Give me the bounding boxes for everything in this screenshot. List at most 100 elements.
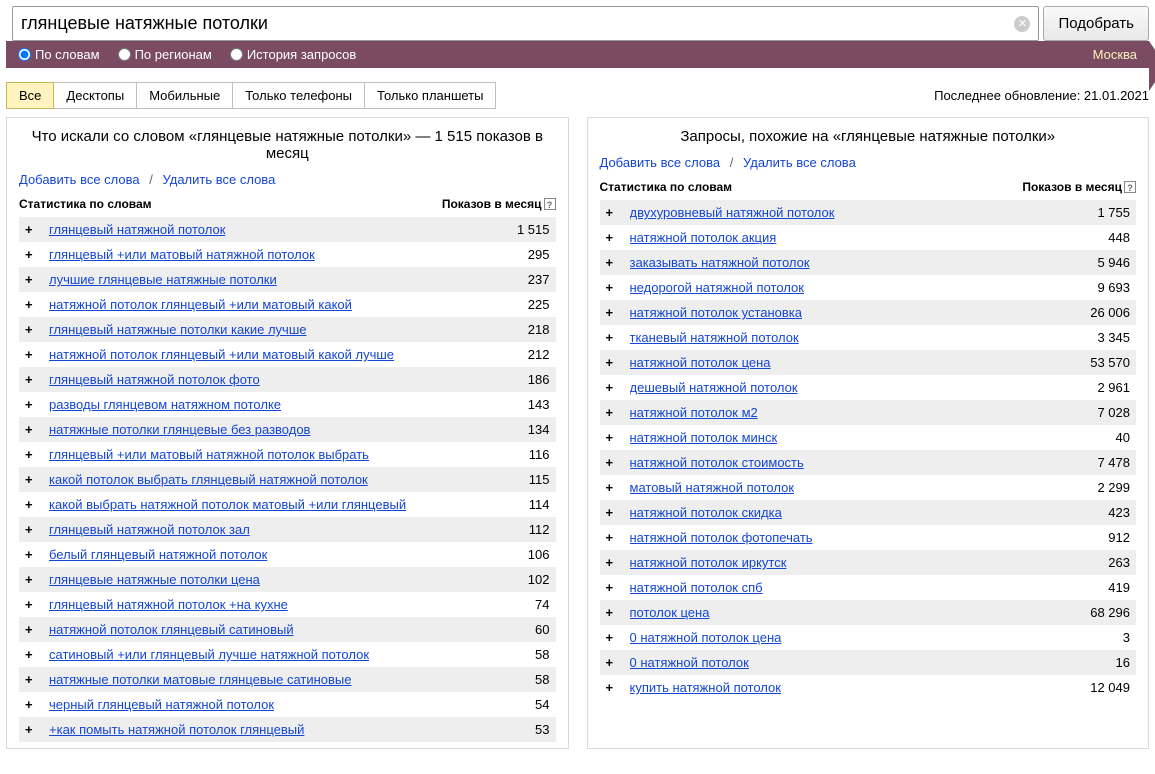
search-input[interactable] (21, 9, 1014, 38)
keyword-link[interactable]: заказывать натяжной потолок (630, 255, 1061, 270)
add-icon[interactable]: + (25, 672, 39, 687)
keyword-link[interactable]: натяжной потолок минск (630, 430, 1061, 445)
radio-by-words[interactable]: По словам (18, 47, 100, 62)
keyword-link[interactable]: матовый натяжной потолок (630, 480, 1061, 495)
keyword-link[interactable]: двухуровневый натяжной потолок (630, 205, 1061, 220)
keyword-link[interactable]: глянцевый натяжные потолки какие лучше (49, 322, 480, 337)
add-icon[interactable]: + (606, 405, 620, 420)
add-icon[interactable]: + (25, 372, 39, 387)
keyword-link[interactable]: глянцевый +или матовый натяжной потолок (49, 247, 480, 262)
add-icon[interactable]: + (606, 555, 620, 570)
keyword-link[interactable]: натяжной потолок установка (630, 305, 1061, 320)
add-icon[interactable]: + (606, 605, 620, 620)
keyword-link[interactable]: какой выбрать натяжной потолок матовый +… (49, 497, 480, 512)
keyword-link[interactable]: натяжной потолок спб (630, 580, 1061, 595)
keyword-link[interactable]: натяжной потолок м2 (630, 405, 1061, 420)
add-icon[interactable]: + (606, 230, 620, 245)
add-icon[interactable]: + (25, 522, 39, 537)
keyword-link[interactable]: натяжные потолки матовые глянцевые сатин… (49, 672, 480, 687)
keyword-link[interactable]: глянцевый натяжной потолок +на кухне (49, 597, 480, 612)
add-icon[interactable]: + (606, 530, 620, 545)
add-icon[interactable]: + (606, 380, 620, 395)
add-icon[interactable]: + (25, 722, 39, 737)
add-icon[interactable]: + (25, 272, 39, 287)
add-icon[interactable]: + (606, 580, 620, 595)
add-icon[interactable]: + (606, 630, 620, 645)
keyword-link[interactable]: потолок цена (630, 605, 1061, 620)
keyword-link[interactable]: натяжной потолок глянцевый +или матовый … (49, 297, 480, 312)
keyword-link[interactable]: 0 натяжной потолок цена (630, 630, 1061, 645)
add-icon[interactable]: + (606, 280, 620, 295)
add-icon[interactable]: + (25, 647, 39, 662)
keyword-link[interactable]: натяжной потолок иркутск (630, 555, 1061, 570)
tab-mobile[interactable]: Мобильные (137, 83, 233, 108)
add-all-left[interactable]: Добавить все слова (19, 172, 140, 187)
tab-phones[interactable]: Только телефоны (233, 83, 365, 108)
keyword-link[interactable]: натяжной потолок цена (630, 355, 1061, 370)
keyword-link[interactable]: натяжной потолок глянцевый сатиновый (49, 622, 480, 637)
add-icon[interactable]: + (25, 297, 39, 312)
add-icon[interactable]: + (25, 547, 39, 562)
add-icon[interactable]: + (25, 322, 39, 337)
keyword-link[interactable]: натяжной потолок глянцевый +или матовый … (49, 347, 480, 362)
keyword-link[interactable]: черный глянцевый натяжной потолок (49, 697, 480, 712)
keyword-link[interactable]: глянцевый натяжной потолок (49, 222, 480, 237)
add-icon[interactable]: + (606, 255, 620, 270)
keyword-link[interactable]: белый глянцевый натяжной потолок (49, 547, 480, 562)
add-icon[interactable]: + (25, 497, 39, 512)
keyword-link[interactable]: разводы глянцевом натяжном потолке (49, 397, 480, 412)
keyword-link[interactable]: натяжной потолок стоимость (630, 455, 1061, 470)
del-all-right[interactable]: Удалить все слова (743, 155, 856, 170)
add-icon[interactable]: + (606, 330, 620, 345)
add-icon[interactable]: + (606, 205, 620, 220)
add-icon[interactable]: + (606, 455, 620, 470)
keyword-link[interactable]: +как помыть натяжной потолок глянцевый (49, 722, 480, 737)
add-icon[interactable]: + (25, 597, 39, 612)
radio-history[interactable]: История запросов (230, 47, 357, 62)
help-icon[interactable]: ? (1124, 181, 1136, 193)
add-icon[interactable]: + (25, 347, 39, 362)
add-icon[interactable]: + (25, 222, 39, 237)
keyword-link[interactable]: недорогой натяжной потолок (630, 280, 1061, 295)
add-icon[interactable]: + (606, 305, 620, 320)
keyword-link[interactable]: тканевый натяжной потолок (630, 330, 1061, 345)
keyword-link[interactable]: глянцевые натяжные потолки цена (49, 572, 480, 587)
keyword-link[interactable]: дешевый натяжной потолок (630, 380, 1061, 395)
keyword-link[interactable]: 0 натяжной потолок (630, 655, 1061, 670)
keyword-link[interactable]: глянцевый натяжной потолок фото (49, 372, 480, 387)
help-icon[interactable]: ? (544, 198, 556, 210)
add-icon[interactable]: + (25, 472, 39, 487)
add-icon[interactable]: + (25, 697, 39, 712)
add-icon[interactable]: + (25, 422, 39, 437)
add-icon[interactable]: + (606, 355, 620, 370)
add-icon[interactable]: + (606, 680, 620, 695)
keyword-link[interactable]: глянцевый +или матовый натяжной потолок … (49, 447, 480, 462)
del-all-left[interactable]: Удалить все слова (163, 172, 276, 187)
keyword-link[interactable]: натяжной потолок фотопечать (630, 530, 1061, 545)
add-icon[interactable]: + (25, 447, 39, 462)
radio-by-regions[interactable]: По регионам (118, 47, 212, 62)
tab-tablets[interactable]: Только планшеты (365, 83, 495, 108)
add-icon[interactable]: + (25, 622, 39, 637)
keyword-link[interactable]: натяжные потолки глянцевые без разводов (49, 422, 480, 437)
tab-all[interactable]: Все (6, 82, 54, 109)
add-icon[interactable]: + (606, 480, 620, 495)
add-icon[interactable]: + (25, 397, 39, 412)
add-all-right[interactable]: Добавить все слова (600, 155, 721, 170)
clear-icon[interactable]: ✕ (1014, 16, 1030, 32)
keyword-link[interactable]: натяжной потолок скидка (630, 505, 1061, 520)
keyword-link[interactable]: лучшие глянцевые натяжные потолки (49, 272, 480, 287)
add-icon[interactable]: + (606, 655, 620, 670)
keyword-link[interactable]: купить натяжной потолок (630, 680, 1061, 695)
keyword-link[interactable]: глянцевый натяжной потолок зал (49, 522, 480, 537)
add-icon[interactable]: + (606, 430, 620, 445)
tab-desktops[interactable]: Десктопы (54, 83, 137, 108)
add-icon[interactable]: + (25, 247, 39, 262)
region-selector[interactable]: Москва (1093, 47, 1137, 62)
keyword-link[interactable]: какой потолок выбрать глянцевый натяжной… (49, 472, 480, 487)
submit-button[interactable]: Подобрать (1043, 6, 1149, 41)
add-icon[interactable]: + (606, 505, 620, 520)
keyword-link[interactable]: сатиновый +или глянцевый лучше натяжной … (49, 647, 480, 662)
keyword-link[interactable]: натяжной потолок акция (630, 230, 1061, 245)
add-icon[interactable]: + (25, 572, 39, 587)
